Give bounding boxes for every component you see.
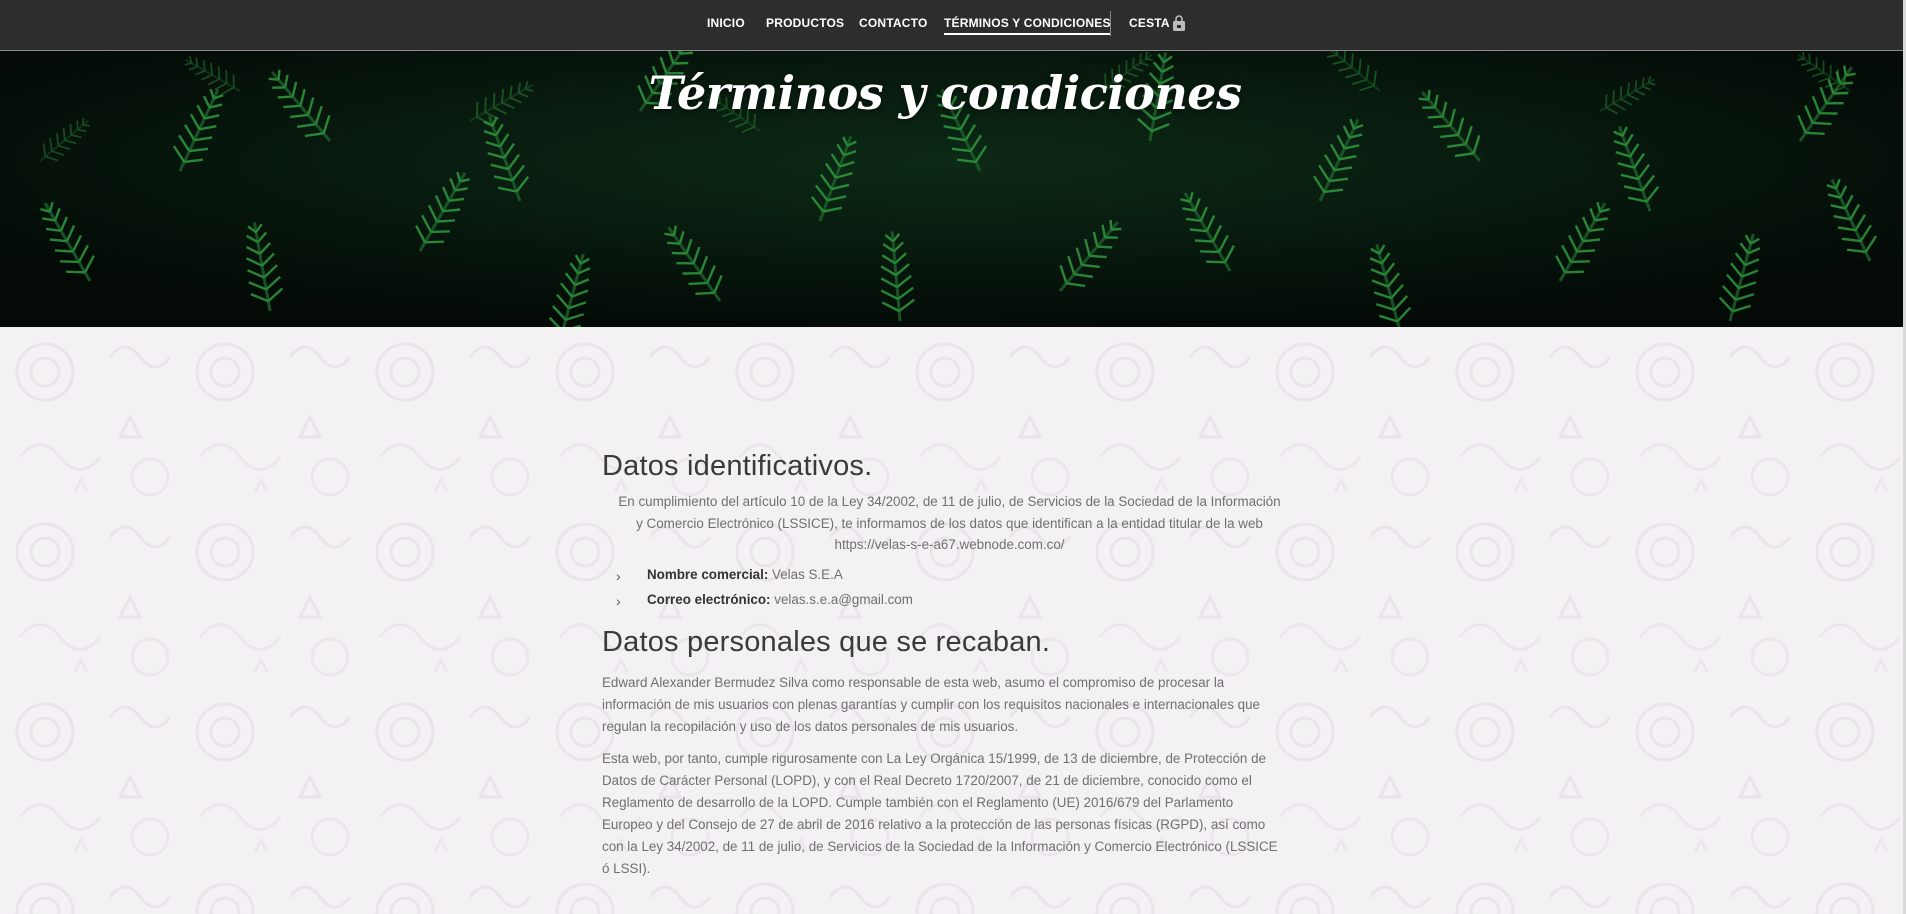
section-heading-datos-identificativos: Datos identificativos. bbox=[602, 450, 873, 482]
hero-banner: Términos y condiciones bbox=[0, 51, 1903, 327]
section-heading-datos-personales: Datos personales que se recaban. bbox=[602, 625, 1051, 658]
paragraph-line: regulan la recopilación y uso de los dat… bbox=[602, 718, 1019, 734]
paragraph-line: Europeo y del Consejo de 27 de abril de … bbox=[602, 816, 1266, 832]
correo-value[interactable]: velas.s.e.a@gmail.com bbox=[774, 592, 913, 607]
list-item: › Nombre comercial: Velas S.E.A bbox=[602, 565, 1297, 590]
correo-label: Correo electrónico: bbox=[647, 591, 771, 607]
paragraph-line: Edward Alexander Bermudez Silva como res… bbox=[602, 674, 1225, 690]
paragraph-line: Esta web, por tanto, cumple rigurosament… bbox=[602, 750, 1266, 766]
paragraph-responsable: Edward Alexander Bermudez Silva como res… bbox=[602, 672, 1297, 738]
nav-divider bbox=[1110, 11, 1111, 36]
main-content: Datos identificativos. En cumplimiento d… bbox=[602, 450, 1297, 880]
page-title: Términos y condiciones bbox=[648, 66, 1242, 120]
shopping-bag-icon[interactable] bbox=[1172, 15, 1186, 37]
cart-link[interactable]: CESTA bbox=[1129, 16, 1170, 30]
top-navigation: INICIO PRODUCTOS CONTACTO TÉRMINOS Y CON… bbox=[0, 0, 1906, 51]
paragraph-line: ó LSSI). bbox=[602, 860, 651, 876]
paragraph-line: con la Ley 34/2002, de 11 de julio, de S… bbox=[602, 838, 1278, 854]
chevron-right-icon: › bbox=[616, 592, 621, 609]
nav-item-contacto[interactable]: CONTACTO bbox=[859, 16, 928, 30]
nombre-comercial-value: Velas S.E.A bbox=[772, 566, 843, 582]
chevron-right-icon: › bbox=[616, 567, 621, 584]
identification-list: › Nombre comercial: Velas S.E.A › Correo… bbox=[602, 565, 1297, 615]
paragraph-line: Datos de Carácter Personal (LOPD), y con… bbox=[602, 772, 1252, 788]
nombre-comercial-label: Nombre comercial: bbox=[647, 566, 769, 582]
paragraph-line: Reglamento de desarrollo de la LOPD. Cum… bbox=[602, 794, 1234, 810]
website-url[interactable]: https://velas-s-e-a67.webnode.com.co/ bbox=[835, 537, 1065, 552]
intro-line-2: y Comercio Electrónico (LSSICE), te info… bbox=[636, 515, 1263, 531]
nav-item-terminos[interactable]: TÉRMINOS Y CONDICIONES bbox=[944, 16, 1111, 35]
paragraph-normativa: Esta web, por tanto, cumple rigurosament… bbox=[602, 748, 1297, 880]
intro-line-1: En cumplimiento del artículo 10 de la Le… bbox=[618, 494, 1281, 509]
nav-item-inicio[interactable]: INICIO bbox=[707, 16, 745, 30]
intro-paragraph: En cumplimiento del artículo 10 de la Le… bbox=[602, 491, 1297, 556]
list-item: › Correo electrónico: velas.s.e.a@gmail.… bbox=[602, 590, 1297, 615]
paragraph-line: información de mis usuarios con plenas g… bbox=[602, 696, 1260, 712]
nav-item-productos[interactable]: PRODUCTOS bbox=[766, 16, 844, 30]
